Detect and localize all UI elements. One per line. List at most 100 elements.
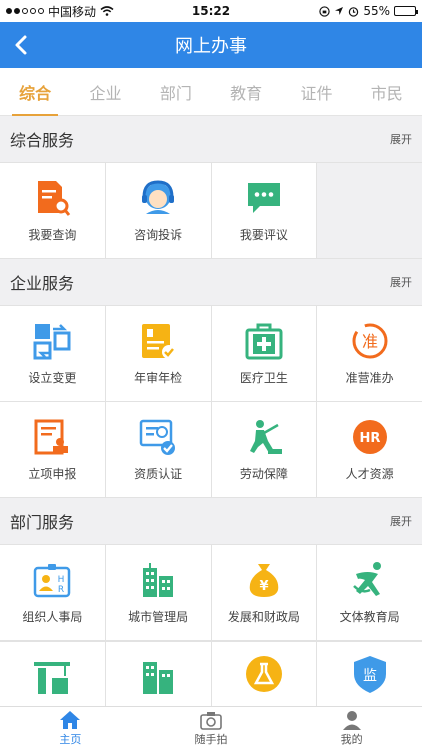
section-title: 企业服务 — [10, 274, 75, 293]
service-label: 设立变更 — [28, 371, 77, 385]
section-title: 综合服务 — [10, 131, 75, 150]
service-supervision-bureau[interactable]: 监 — [317, 642, 422, 706]
tab-general[interactable]: 综合 — [0, 68, 70, 116]
svg-text:准: 准 — [362, 332, 378, 351]
service-label: 咨询投诉 — [134, 228, 183, 242]
service-label: 医疗卫生 — [239, 371, 288, 385]
shield-text: 监 — [363, 668, 377, 684]
buildings-icon — [143, 662, 174, 694]
department-services-header: 部门服务 展开 — [0, 498, 422, 544]
nav-bar: 网上办事 — [0, 22, 422, 68]
service-culture-education[interactable]: 文体教育局 — [317, 545, 422, 640]
carrier-label: 中国移动 — [48, 4, 97, 19]
tab-enterprise[interactable]: 企业 — [70, 68, 140, 115]
chat-bubble-icon — [247, 183, 280, 213]
swap-blocks-icon — [33, 324, 71, 360]
service-construction-bureau[interactable] — [0, 642, 105, 706]
svg-text:H: H — [58, 575, 65, 585]
supervision-shield-icon: 监 — [353, 656, 386, 693]
worker-icon — [249, 420, 282, 454]
main-content: 综合服务 展开 我要查询 咨询投诉 我要评议 企业服务 展开 设立变更 年审年检 — [0, 116, 422, 706]
rotation-lock-icon — [319, 5, 331, 17]
department-services-grid-continued: 监 — [0, 641, 422, 706]
expand-button[interactable]: 展开 — [390, 513, 412, 529]
service-finance-bureau[interactable]: ¥ 发展和财政局 — [211, 545, 317, 640]
service-review[interactable]: 我要评议 — [211, 163, 317, 258]
bottom-tab-home[interactable]: 主页 — [0, 707, 141, 750]
bottom-tab-label: 我的 — [340, 733, 363, 746]
service-buildings-bureau[interactable] — [105, 642, 211, 706]
tab-citizens[interactable]: 市民 — [352, 68, 422, 115]
section-title: 部门服务 — [10, 513, 75, 532]
service-consult-complaint[interactable]: 咨询投诉 — [105, 163, 211, 258]
approved-document-icon — [142, 324, 177, 359]
service-label: 我要查询 — [28, 228, 77, 242]
certificate-icon — [139, 419, 176, 455]
empty-cell — [317, 163, 422, 258]
bottom-tab-label: 主页 — [59, 733, 82, 746]
alarm-icon — [349, 6, 359, 17]
customer-service-icon — [142, 180, 175, 214]
signal-icon — [6, 8, 44, 14]
page-title: 网上办事 — [175, 36, 247, 57]
location-arrow-icon — [335, 7, 344, 15]
permit-stamp-icon: 准 — [352, 323, 388, 359]
camera-icon — [200, 712, 222, 730]
service-setup-change[interactable]: 设立变更 — [0, 306, 105, 401]
flask-icon — [245, 656, 282, 692]
tab-certificates[interactable]: 证件 — [281, 68, 351, 115]
svg-text:¥: ¥ — [259, 579, 268, 594]
service-personnel-bureau[interactable]: HR 组织人事局 — [0, 545, 105, 640]
document-search-icon — [38, 181, 71, 216]
service-query[interactable]: 我要查询 — [0, 163, 105, 258]
category-tabs: 综合 企业 部门 教育 证件 市民 — [0, 68, 422, 116]
service-project-filing[interactable]: 立项申报 — [0, 402, 105, 497]
general-services-grid: 我要查询 咨询投诉 我要评议 — [0, 162, 422, 259]
sports-figure-icon — [352, 562, 381, 596]
hr-badge-icon: HR — [352, 420, 387, 454]
service-label: 我要评议 — [239, 228, 288, 242]
service-label: 人才资源 — [345, 467, 394, 481]
service-label: 资质认证 — [134, 467, 183, 481]
bottom-tab-bar: 主页 随手拍 我的 — [0, 706, 422, 750]
expand-button[interactable]: 展开 — [390, 274, 412, 290]
back-arrow-icon[interactable] — [8, 31, 36, 59]
service-label: 发展和财政局 — [227, 610, 300, 624]
tab-department[interactable]: 部门 — [141, 68, 211, 115]
service-annual-inspection[interactable]: 年审年检 — [105, 306, 211, 401]
battery-icon — [394, 6, 418, 16]
battery-percent: 55% — [363, 4, 390, 18]
enterprise-services-header: 企业服务 展开 — [0, 259, 422, 305]
money-bag-icon: ¥ — [249, 564, 279, 597]
medical-kit-icon — [245, 323, 283, 360]
service-labor-security[interactable]: 劳动保障 — [211, 402, 317, 497]
service-label: 劳动保障 — [239, 467, 288, 481]
expand-button[interactable]: 展开 — [390, 131, 412, 147]
service-medical-health[interactable]: 医疗卫生 — [211, 306, 317, 401]
service-science-bureau[interactable] — [211, 642, 317, 706]
wifi-icon — [100, 6, 114, 16]
city-buildings-icon — [143, 563, 174, 597]
bottom-tab-mine[interactable]: 我的 — [281, 707, 422, 750]
svg-text:R: R — [58, 585, 64, 595]
project-application-icon — [34, 419, 69, 455]
bottom-tab-snapshot[interactable]: 随手拍 — [141, 707, 282, 750]
svg-text:HR: HR — [359, 431, 380, 446]
service-label: 文体教育局 — [339, 610, 400, 624]
service-operating-permit[interactable]: 准 准营准办 — [317, 306, 422, 401]
enterprise-services-grid: 设立变更 年审年检 医疗卫生 准 准营准办 立项申报 资质认证 劳动保障 HR … — [0, 305, 422, 498]
service-label: 立项申报 — [28, 467, 77, 481]
department-services-grid: HR 组织人事局 城市管理局 ¥ 发展和财政局 文体教育局 — [0, 544, 422, 641]
service-label: 年审年检 — [134, 371, 183, 385]
tab-education[interactable]: 教育 — [211, 68, 281, 115]
service-city-management[interactable]: 城市管理局 — [105, 545, 211, 640]
status-bar: 中国移动 15:22 55% — [0, 0, 422, 22]
service-talent-resources[interactable]: HR 人才资源 — [317, 402, 422, 497]
construction-crane-icon — [34, 662, 71, 694]
bottom-tab-label: 随手拍 — [194, 733, 228, 746]
home-icon — [60, 711, 81, 729]
general-services-header: 综合服务 展开 — [0, 116, 422, 162]
service-qualification[interactable]: 资质认证 — [105, 402, 211, 497]
user-icon — [342, 711, 361, 730]
personnel-card-icon: HR — [34, 564, 71, 598]
